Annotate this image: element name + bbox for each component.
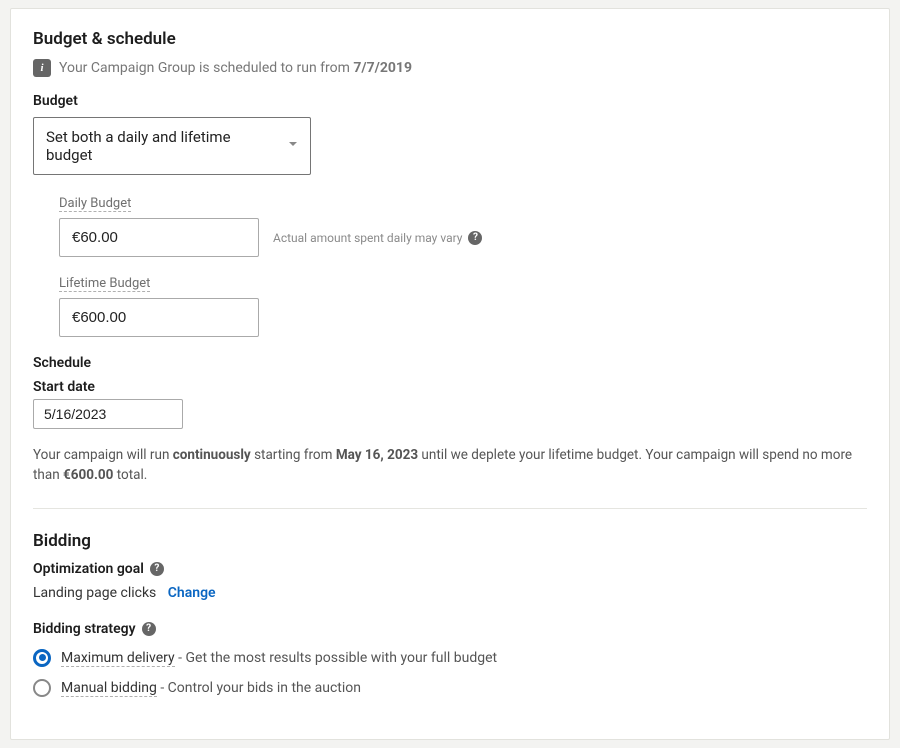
radio-option-name: Manual bidding bbox=[61, 680, 157, 697]
info-icon: i bbox=[33, 59, 51, 77]
optimization-goal-value: Landing page clicks bbox=[33, 585, 156, 601]
lifetime-budget-input[interactable] bbox=[59, 298, 259, 337]
daily-budget-hint: Actual amount spent daily may vary bbox=[273, 231, 462, 245]
campaign-summary: Your campaign will run continuously star… bbox=[33, 445, 867, 486]
help-icon[interactable]: ? bbox=[142, 622, 156, 636]
daily-budget-input[interactable] bbox=[59, 218, 259, 257]
radio-maximum-delivery[interactable] bbox=[33, 649, 51, 667]
budget-type-selected: Set both a daily and lifetime budget bbox=[33, 117, 311, 175]
radio-option-desc: - Get the most results possible with you… bbox=[175, 650, 497, 666]
help-icon[interactable]: ? bbox=[468, 231, 482, 245]
budget-type-select[interactable]: Set both a daily and lifetime budget bbox=[33, 117, 311, 175]
optimization-goal-label: Optimization goal bbox=[33, 561, 144, 577]
campaign-info-text: Your Campaign Group is scheduled to run … bbox=[59, 60, 353, 76]
lifetime-budget-label: Lifetime Budget bbox=[59, 276, 150, 292]
daily-budget-label: Daily Budget bbox=[59, 196, 131, 212]
bidding-title: Bidding bbox=[33, 531, 867, 551]
budget-schedule-title: Budget & schedule bbox=[33, 29, 867, 49]
radio-option-name: Maximum delivery bbox=[61, 650, 175, 667]
section-divider bbox=[33, 508, 867, 509]
start-date-input[interactable] bbox=[33, 399, 183, 429]
radio-manual-bidding[interactable] bbox=[33, 679, 51, 697]
schedule-label: Schedule bbox=[33, 355, 867, 371]
radio-option-desc: - Control your bids in the auction bbox=[157, 680, 361, 696]
help-icon[interactable]: ? bbox=[150, 562, 164, 576]
start-date-label: Start date bbox=[33, 379, 867, 395]
budget-label: Budget bbox=[33, 93, 867, 109]
daily-budget-hint-row: Actual amount spent daily may vary ? bbox=[273, 231, 482, 245]
campaign-info-row: i Your Campaign Group is scheduled to ru… bbox=[33, 59, 867, 77]
bidding-strategy-label: Bidding strategy bbox=[33, 621, 136, 637]
settings-card: Budget & schedule i Your Campaign Group … bbox=[10, 8, 890, 740]
campaign-info-date: 7/7/2019 bbox=[353, 60, 412, 76]
change-link[interactable]: Change bbox=[168, 585, 216, 601]
